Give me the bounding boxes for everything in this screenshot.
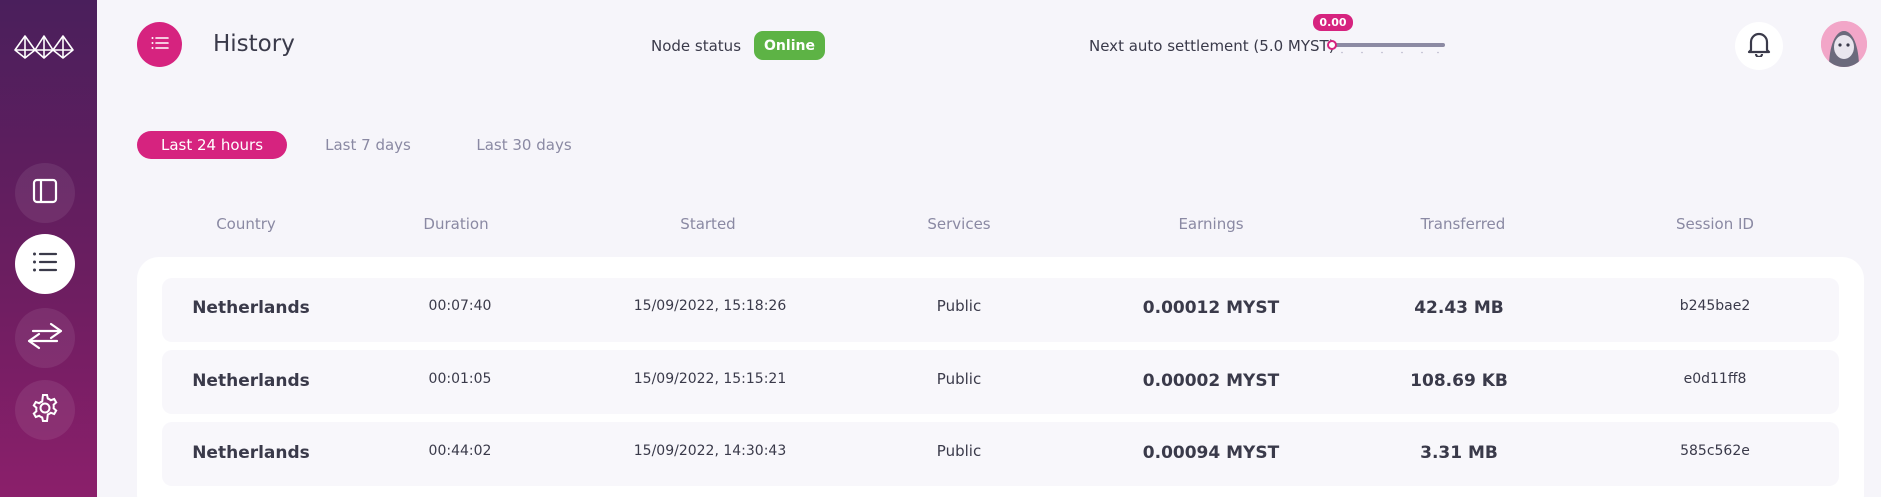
cell-transferred: 108.69 KB [1410,371,1508,391]
settlement-value-badge: 0.00 [1313,14,1353,31]
cell-session-id: e0d11ff8 [1683,371,1747,387]
cell-started: 15/09/2022, 14:30:43 [633,443,787,459]
settlement-ticks [1341,51,1439,54]
cell-earnings: 0.00002 MYST [1142,371,1280,391]
tab-last-24-hours[interactable]: Last 24 hours [137,131,287,159]
column-header-services: Services [927,215,991,233]
settlement-progress-bar [1331,43,1445,47]
settlement-label: Next auto settlement (5.0 MYST) [1089,37,1335,55]
sidebar-item-dashboard[interactable] [15,163,75,223]
cell-session-id: b245bae2 [1679,298,1751,314]
cell-country: Netherlands [192,443,310,463]
page-title: History [213,31,295,57]
bell-icon [1747,31,1771,61]
cell-started: 15/09/2022, 15:15:21 [633,371,787,387]
sidebar [0,0,97,497]
sidebar-item-transactions[interactable] [15,308,75,368]
notifications-button[interactable] [1735,22,1783,70]
cell-services: Public [936,442,982,460]
settlement-progress-knob [1327,40,1337,50]
cell-duration: 00:44:02 [428,443,492,459]
mysterium-logo-icon[interactable] [13,30,75,62]
cell-earnings: 0.00094 MYST [1142,443,1280,463]
tab-last-7-days[interactable]: Last 7 days [315,131,421,159]
list-icon [32,251,58,277]
cell-duration: 00:01:05 [428,371,492,387]
sidebar-layout-icon [32,178,58,208]
sidebar-item-history[interactable] [15,234,75,294]
menu-button[interactable] [137,22,182,67]
cell-country: Netherlands [192,371,310,391]
cell-country: Netherlands [192,298,310,318]
cell-started: 15/09/2022, 15:18:26 [633,298,787,314]
sidebar-item-settings[interactable] [15,380,75,440]
column-header-started: Started [680,215,736,233]
node-status-label: Node status [651,37,742,55]
cell-transferred: 42.43 MB [1414,298,1504,318]
transfer-arrows-icon [25,321,65,355]
column-header-duration: Duration [423,215,489,233]
column-header-country: Country [216,215,276,233]
cell-duration: 00:07:40 [428,298,492,314]
column-header-session-id: Session ID [1676,215,1754,233]
column-header-earnings: Earnings [1178,215,1244,233]
node-status-badge: Online [754,31,825,60]
cell-transferred: 3.31 MB [1420,443,1498,463]
gear-icon [30,393,60,427]
cell-session-id: 585c562e [1680,443,1750,459]
cell-services: Public [936,370,982,388]
list-icon [151,35,169,54]
column-header-transferred: Transferred [1420,215,1506,233]
cell-services: Public [936,297,982,315]
avatar[interactable] [1821,21,1867,67]
tab-last-30-days[interactable]: Last 30 days [470,131,578,159]
cell-earnings: 0.00012 MYST [1142,298,1280,318]
